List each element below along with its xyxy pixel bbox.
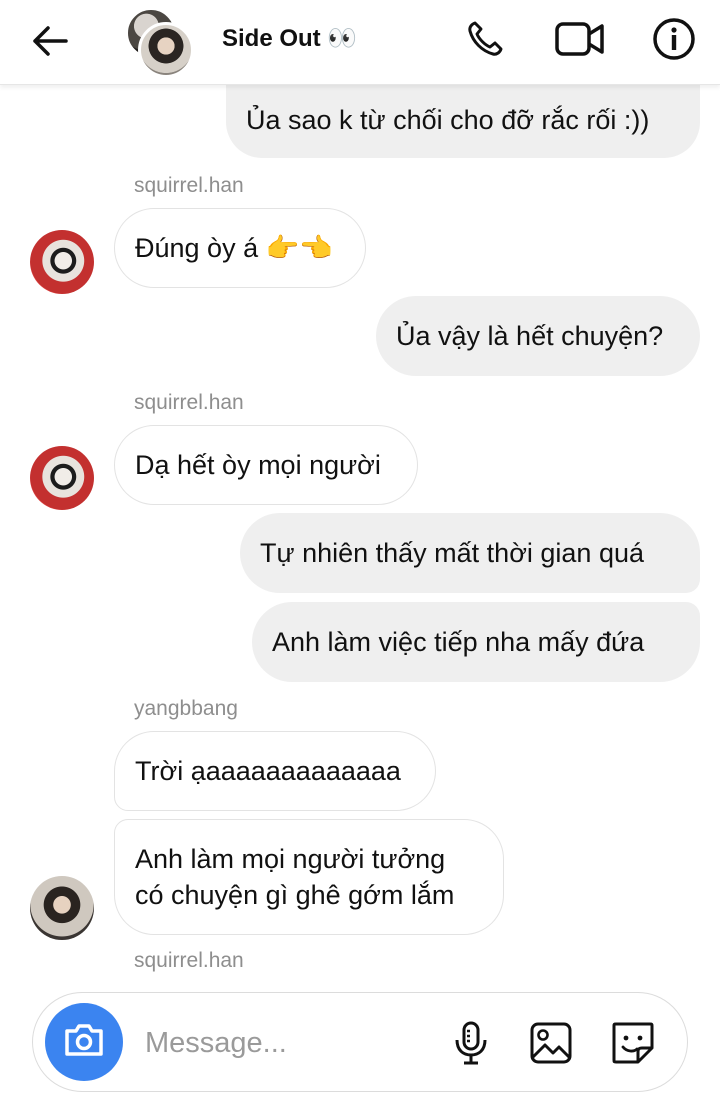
outgoing-message[interactable]: Ủa sao k từ chối cho đỡ rắc rối :)) [226,82,700,158]
avatar[interactable] [30,876,94,940]
incoming-message[interactable]: Anh làm mọi người tưởng có chuyện gì ghê… [114,819,504,935]
message-text: Tự nhiên thấy mất thời gian quá [260,538,644,568]
outgoing-message[interactable]: Tự nhiên thấy mất thời gian quá [240,513,700,593]
sticker-icon[interactable] [609,1019,657,1067]
message-text: Đúng òy á 👉👈 [135,233,333,263]
video-camera-icon[interactable] [552,16,608,62]
info-icon[interactable] [650,16,698,62]
incoming-message[interactable]: Dạ hết òy mọi người [114,425,418,505]
message-composer [32,992,688,1092]
message-text: Trời ạaaaaaaaaaaaaa [135,756,401,786]
typing-sender-name: squirrel.han [134,949,244,972]
phone-icon[interactable] [462,16,508,62]
incoming-message[interactable]: Đúng òy á 👉👈 [114,208,366,288]
sender-name: yangbbang [134,697,238,720]
incoming-message[interactable]: Trời ạaaaaaaaaaaaaa [114,731,436,811]
avatar[interactable] [30,446,94,510]
message-text: Dạ hết òy mọi người [135,450,381,480]
sender-name: squirrel.han [134,174,244,197]
member-avatar [138,22,194,78]
chat-header: Side Out 👀 [0,0,720,85]
message-text: Ủa vậy là hết chuyện? [396,321,664,351]
camera-button[interactable] [45,1003,123,1081]
message-text-line: có chuyện gì ghê gớm lắm [135,880,455,910]
message-input[interactable] [145,1023,435,1063]
back-arrow-icon[interactable] [26,20,74,62]
sender-name: squirrel.han [134,391,244,414]
camera-icon [63,1022,105,1063]
outgoing-message[interactable]: Ủa vậy là hết chuyện? [376,296,700,376]
avatar[interactable] [30,230,94,294]
message-text: Anh làm việc tiếp nha mấy đứa [272,627,645,657]
group-avatar[interactable] [124,6,194,78]
outgoing-message[interactable]: Anh làm việc tiếp nha mấy đứa [252,602,700,682]
message-text-line: Anh làm mọi người tưởng [135,844,446,874]
chat-title[interactable]: Side Out 👀 [222,24,357,53]
microphone-icon[interactable] [447,1019,495,1067]
gallery-icon[interactable] [527,1019,575,1067]
message-text: Ủa sao k từ chối cho đỡ rắc rối :)) [246,105,650,135]
